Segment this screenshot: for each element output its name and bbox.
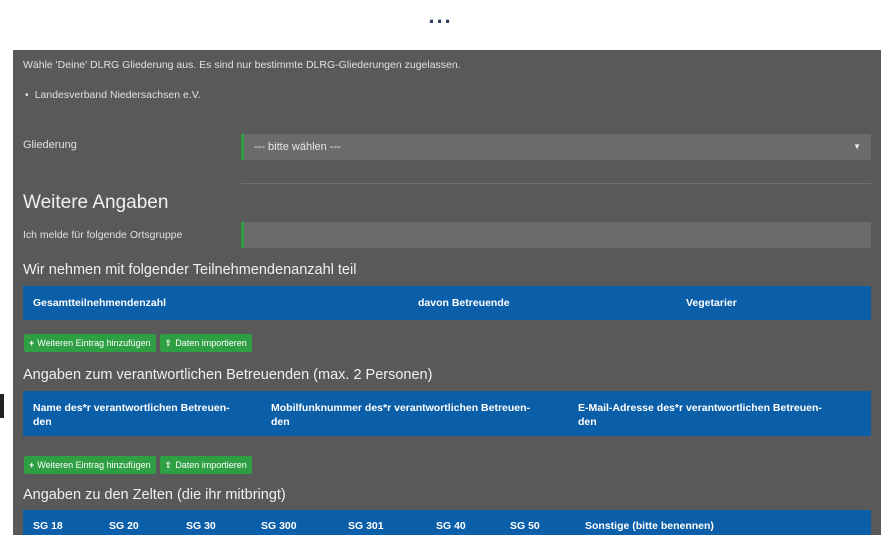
gliederung-label: Gliederung xyxy=(23,139,77,151)
intro-text: Wähle 'Deine' DLRG Gliederung aus. Es si… xyxy=(23,59,461,71)
col-sg-40: SG 40 xyxy=(436,520,466,532)
col-sg-300: SG 300 xyxy=(261,520,297,532)
import-data-label: Daten importieren xyxy=(175,338,247,348)
col-gesamtteilnehmer: Gesamtteilnehmendenzahl xyxy=(33,297,167,309)
import-data-label: Daten importieren xyxy=(175,460,247,470)
gliederung-select[interactable]: --- bitte wählen --- ▼ xyxy=(241,134,871,160)
teilnehmer-title: Wir nehmen mit folgender Teilnehmendenan… xyxy=(23,262,357,278)
col-vegetarier: Vegetarier xyxy=(686,297,737,309)
col-sg-20: SG 20 xyxy=(109,520,139,532)
col-sg-30: SG 30 xyxy=(186,520,216,532)
teilnehmer-table-header: Gesamtteilnehmendenzahl davon Betreuende… xyxy=(23,286,871,320)
plus-icon: + xyxy=(29,338,35,348)
ortsgruppe-input[interactable] xyxy=(241,222,871,248)
col-email: E-Mail-Adresse des*r verantwortlichen Be… xyxy=(578,402,822,428)
section-divider xyxy=(241,183,871,184)
gliederung-select-value: --- bitte wählen --- xyxy=(254,141,341,153)
weitere-angaben-title: Weitere Angaben xyxy=(23,192,169,213)
ortsgruppe-label: Ich melde für folgende Ortsgruppe xyxy=(23,229,183,241)
col-betreuende: davon Betreuende xyxy=(418,297,510,309)
upload-icon: ⇪ xyxy=(164,460,173,470)
betreuende-title: Angaben zum verantwortlichen Betreuenden… xyxy=(23,367,433,383)
zelte-table-header: SG 18 SG 20 SG 30 SG 300 SG 301 SG 40 SG… xyxy=(23,510,871,535)
zelte-title: Angaben zu den Zelten (die ihr mitbringt… xyxy=(23,487,286,503)
upload-icon: ⇪ xyxy=(164,338,173,348)
add-entry-label: Weiteren Eintrag hinzufügen xyxy=(37,460,151,470)
registration-form: Wähle 'Deine' DLRG Gliederung aus. Es si… xyxy=(13,50,881,535)
betreuende-table-header: Name des*r verantwortlichen Betreuen-den… xyxy=(23,391,871,436)
teilnehmer-actions: + Weiteren Eintrag hinzufügen ⇪ Daten impo… xyxy=(24,334,252,352)
col-mobilfunknummer: Mobilfunknummer des*r verantwortlichen B… xyxy=(271,402,531,428)
import-data-button[interactable]: ⇪ Daten importieren xyxy=(159,456,252,474)
col-sg-50: SG 50 xyxy=(510,520,540,532)
add-entry-label: Weiteren Eintrag hinzufügen xyxy=(37,338,151,348)
allowed-gliederung-item: Landesverband Niedersachsen e.V. xyxy=(25,89,201,101)
col-name: Name des*r verantwortlichen Betreuen-den xyxy=(33,402,230,428)
add-entry-button[interactable]: + Weiteren Eintrag hinzufügen xyxy=(24,456,156,474)
col-sg-301: SG 301 xyxy=(348,520,384,532)
col-sg-18: SG 18 xyxy=(33,520,63,532)
betreuende-actions: + Weiteren Eintrag hinzufügen ⇪ Daten impo… xyxy=(24,456,252,474)
add-entry-button[interactable]: + Weiteren Eintrag hinzufügen xyxy=(24,334,156,352)
plus-icon: + xyxy=(29,460,35,470)
import-data-button[interactable]: ⇪ Daten importieren xyxy=(159,334,252,352)
overflow-ellipsis: ... xyxy=(428,3,453,28)
edge-marker xyxy=(0,394,4,418)
col-sonstige: Sonstige (bitte benennen) xyxy=(585,520,714,532)
chevron-down-icon: ▼ xyxy=(853,142,861,151)
